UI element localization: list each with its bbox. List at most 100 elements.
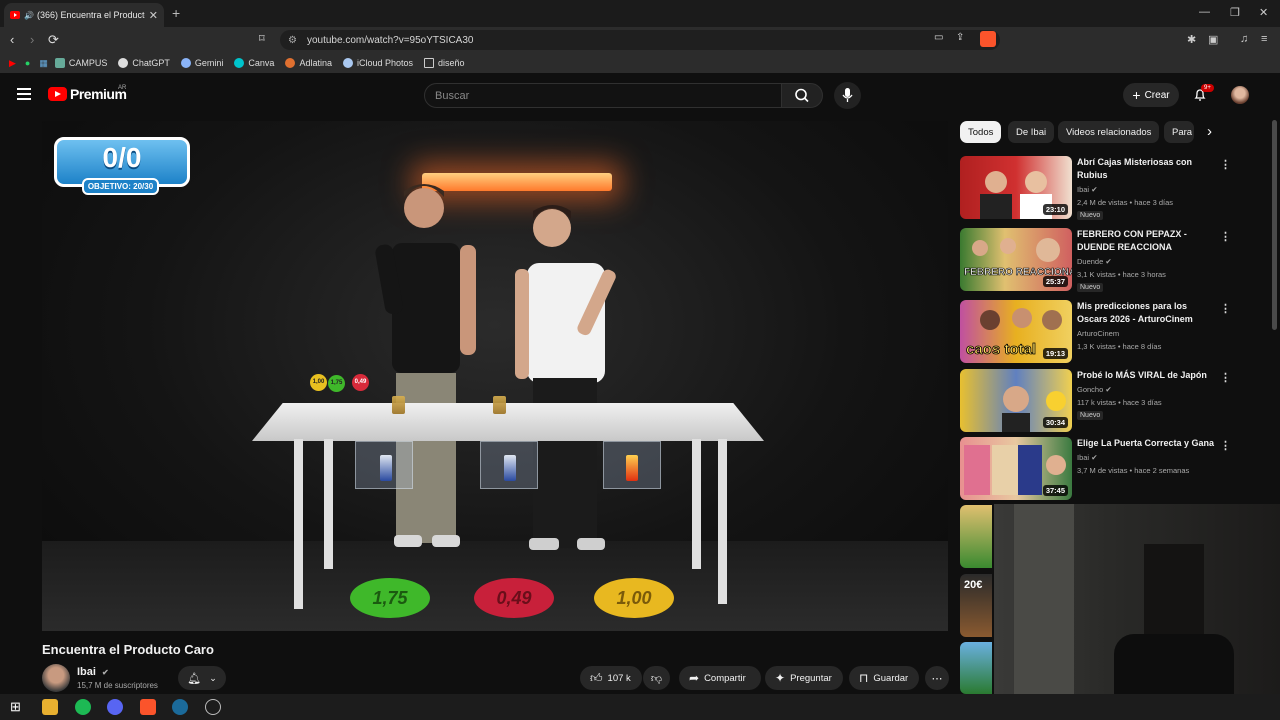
chips-next-icon[interactable]: › xyxy=(1207,123,1212,140)
recommendation-title[interactable]: Probé lo MÁS VIRAL de Japón xyxy=(1077,369,1217,382)
share-button[interactable]: ➦ Compartir xyxy=(679,666,761,690)
more-options-icon[interactable]: ⋮ xyxy=(1220,230,1231,243)
brave-shield-icon[interactable] xyxy=(980,31,996,47)
more-options-icon[interactable]: ⋮ xyxy=(1220,439,1231,452)
bookmark-chatgpt[interactable]: ChatGPT xyxy=(118,58,170,68)
photos-bookmark-icon[interactable]: ▦ xyxy=(39,58,48,69)
video-thumbnail[interactable]: FEBRERO REACCIONANDO 25:37 xyxy=(960,228,1072,291)
recommendation-channel: Ibai ✔ xyxy=(1077,185,1098,194)
ask-button[interactable]: ✦ Preguntar xyxy=(765,666,843,690)
tab-close-icon[interactable]: ✕ xyxy=(149,9,158,22)
browser-menu-icon[interactable]: ≡ xyxy=(1261,33,1267,45)
video-thumbnail[interactable] xyxy=(960,505,992,568)
recommendation-title[interactable]: Elige La Puerta Correcta y Gana xyxy=(1077,437,1217,450)
sparkle-icon: ✦ xyxy=(775,671,786,685)
thumbs-down-icon: 👎︎ xyxy=(650,672,663,685)
video-player[interactable]: 0/0 OBJETIVO: 20/30 1,00 1,75 0,49 1,75 … xyxy=(42,121,948,631)
cast-icon[interactable]: ▭ xyxy=(934,32,943,43)
create-button[interactable]: + Crear xyxy=(1123,83,1179,107)
video-thumbnail[interactable]: 20€ xyxy=(960,574,992,637)
media-icon[interactable]: ♫ xyxy=(1240,33,1248,45)
more-actions-button[interactable]: ⋯ xyxy=(925,666,949,690)
tab-title: (366) Encuentra el Producto C xyxy=(36,10,145,20)
bookmark-gemini[interactable]: Gemini xyxy=(180,58,223,68)
new-tab-button[interactable]: + xyxy=(172,5,180,21)
steam-icon[interactable] xyxy=(172,699,188,715)
chip-todos[interactable]: Todos xyxy=(960,121,1002,143)
bookmark-icloud[interactable]: iCloud Photos xyxy=(342,58,413,68)
bookmark-adlatina[interactable]: Adlatina xyxy=(285,58,332,68)
bookmark-canva[interactable]: Canva xyxy=(234,58,274,68)
table-leg xyxy=(294,439,303,609)
address-bar-row: ‹ › ⟳ ⌑ ⚙ youtube.com/watch?v=95oYTSICA3… xyxy=(0,27,1280,53)
chip-de-ibai[interactable]: De Ibai xyxy=(1008,121,1055,143)
page-scrollbar[interactable] xyxy=(1272,120,1277,330)
webcam-overlay xyxy=(994,504,1280,694)
recommendation-item[interactable]: caos total 19:13 Mis predicciones para l… xyxy=(960,300,1260,366)
browser-tab[interactable]: 🔊 (366) Encuentra el Producto C ✕ xyxy=(4,3,164,27)
start-menu-icon[interactable]: ⊞ xyxy=(10,699,21,715)
recommendation-channel: Duende ✔ xyxy=(1077,257,1112,266)
save-button[interactable]: ⊓ Guardar xyxy=(849,666,919,690)
forward-icon[interactable]: › xyxy=(30,32,34,47)
bookmark-folder-diseno[interactable]: diseño xyxy=(424,58,465,68)
recommendation-item[interactable]: 30:34 Probé lo MÁS VIRAL de Japón Goncho… xyxy=(960,369,1260,435)
youtube-bookmark-icon[interactable]: ▶ xyxy=(9,58,16,69)
recommendation-title[interactable]: Abrí Cajas Misteriosas con Rubius xyxy=(1077,156,1217,182)
recommendation-item[interactable]: FEBRERO REACCIONANDO 25:37 FEBRERO CON P… xyxy=(960,228,1260,294)
search-button[interactable] xyxy=(781,83,823,108)
app-icon[interactable] xyxy=(205,699,221,715)
share-page-icon[interactable]: ⇪ xyxy=(956,32,964,43)
recommendation-stats: 117 k vistas • hace 3 días xyxy=(1077,398,1162,407)
reload-icon[interactable]: ⟳ xyxy=(48,32,59,48)
menu-icon[interactable] xyxy=(17,88,31,100)
more-options-icon[interactable]: ⋮ xyxy=(1220,371,1231,384)
dislike-button[interactable]: 👎︎ xyxy=(643,666,670,690)
notification-badge: 9+ xyxy=(1201,84,1214,92)
search-icon xyxy=(795,88,809,103)
account-avatar[interactable] xyxy=(1231,86,1249,104)
price-ball: 0,49 xyxy=(352,374,369,391)
table-leg xyxy=(324,439,333,569)
chip-para[interactable]: Para xyxy=(1164,121,1194,143)
browser-tab-bar: 🔊 (366) Encuentra el Producto C ✕ + — ❐ … xyxy=(0,0,1280,27)
minimize-icon[interactable]: — xyxy=(1199,6,1210,18)
video-thumbnail[interactable]: caos total 19:13 xyxy=(960,300,1072,363)
window-close-icon[interactable]: ✕ xyxy=(1259,6,1268,19)
recommendation-item[interactable]: 37:45 Elige La Puerta Correcta y Gana Ib… xyxy=(960,437,1260,503)
channel-name[interactable]: Ibai ✔ xyxy=(77,666,109,678)
recommendation-stats: 2,4 M de vistas • hace 3 días xyxy=(1077,198,1174,207)
file-explorer-icon[interactable] xyxy=(42,699,58,715)
url-field[interactable]: ⚙ youtube.com/watch?v=95oYTSICA30 xyxy=(280,30,1000,50)
video-thumbnail[interactable] xyxy=(960,642,992,694)
extensions-icon[interactable]: ✱ xyxy=(1187,33,1196,46)
verified-icon: ✔ xyxy=(1105,257,1112,266)
site-settings-icon[interactable]: ⚙ xyxy=(288,35,297,46)
search-input[interactable]: Buscar xyxy=(424,83,782,108)
energy-can xyxy=(380,455,392,481)
price-circle-green: 1,75 xyxy=(350,578,430,618)
like-button[interactable]: 👍︎ 107 k xyxy=(580,666,642,690)
more-options-icon[interactable]: ⋮ xyxy=(1220,302,1231,315)
more-options-icon[interactable]: ⋮ xyxy=(1220,158,1231,171)
recommendation-title[interactable]: Mis predicciones para los Oscars 2026 - … xyxy=(1077,300,1217,326)
chip-videos-relacionados[interactable]: Videos relacionados xyxy=(1058,121,1160,143)
recommendation-title[interactable]: FEBRERO CON PEPAZX - DUENDE REACCIONA xyxy=(1077,228,1217,254)
spotify-icon[interactable] xyxy=(75,699,91,715)
channel-avatar[interactable] xyxy=(42,664,70,692)
bookmark-campus[interactable]: CAMPUS xyxy=(54,58,107,68)
discord-icon[interactable] xyxy=(107,699,123,715)
brave-browser-icon[interactable] xyxy=(140,699,156,715)
bookmark-page-icon[interactable]: ⌑ xyxy=(259,32,265,45)
video-thumbnail[interactable]: 37:45 xyxy=(960,437,1072,500)
recommendation-item[interactable]: 23:10 Abrí Cajas Misteriosas con Rubius … xyxy=(960,156,1260,222)
whatsapp-bookmark-icon[interactable]: ● xyxy=(25,58,30,68)
restore-icon[interactable]: ❐ xyxy=(1230,6,1240,19)
video-thumbnail[interactable]: 30:34 xyxy=(960,369,1072,432)
sidebar-toggle-icon[interactable]: ▣ xyxy=(1208,33,1218,46)
back-icon[interactable]: ‹ xyxy=(10,32,14,47)
video-thumbnail[interactable]: 23:10 xyxy=(960,156,1072,219)
voice-search-button[interactable] xyxy=(834,82,861,109)
subscription-bell-button[interactable]: 🔔︎ ⌄ xyxy=(178,666,226,690)
youtube-logo-icon[interactable] xyxy=(48,87,67,101)
